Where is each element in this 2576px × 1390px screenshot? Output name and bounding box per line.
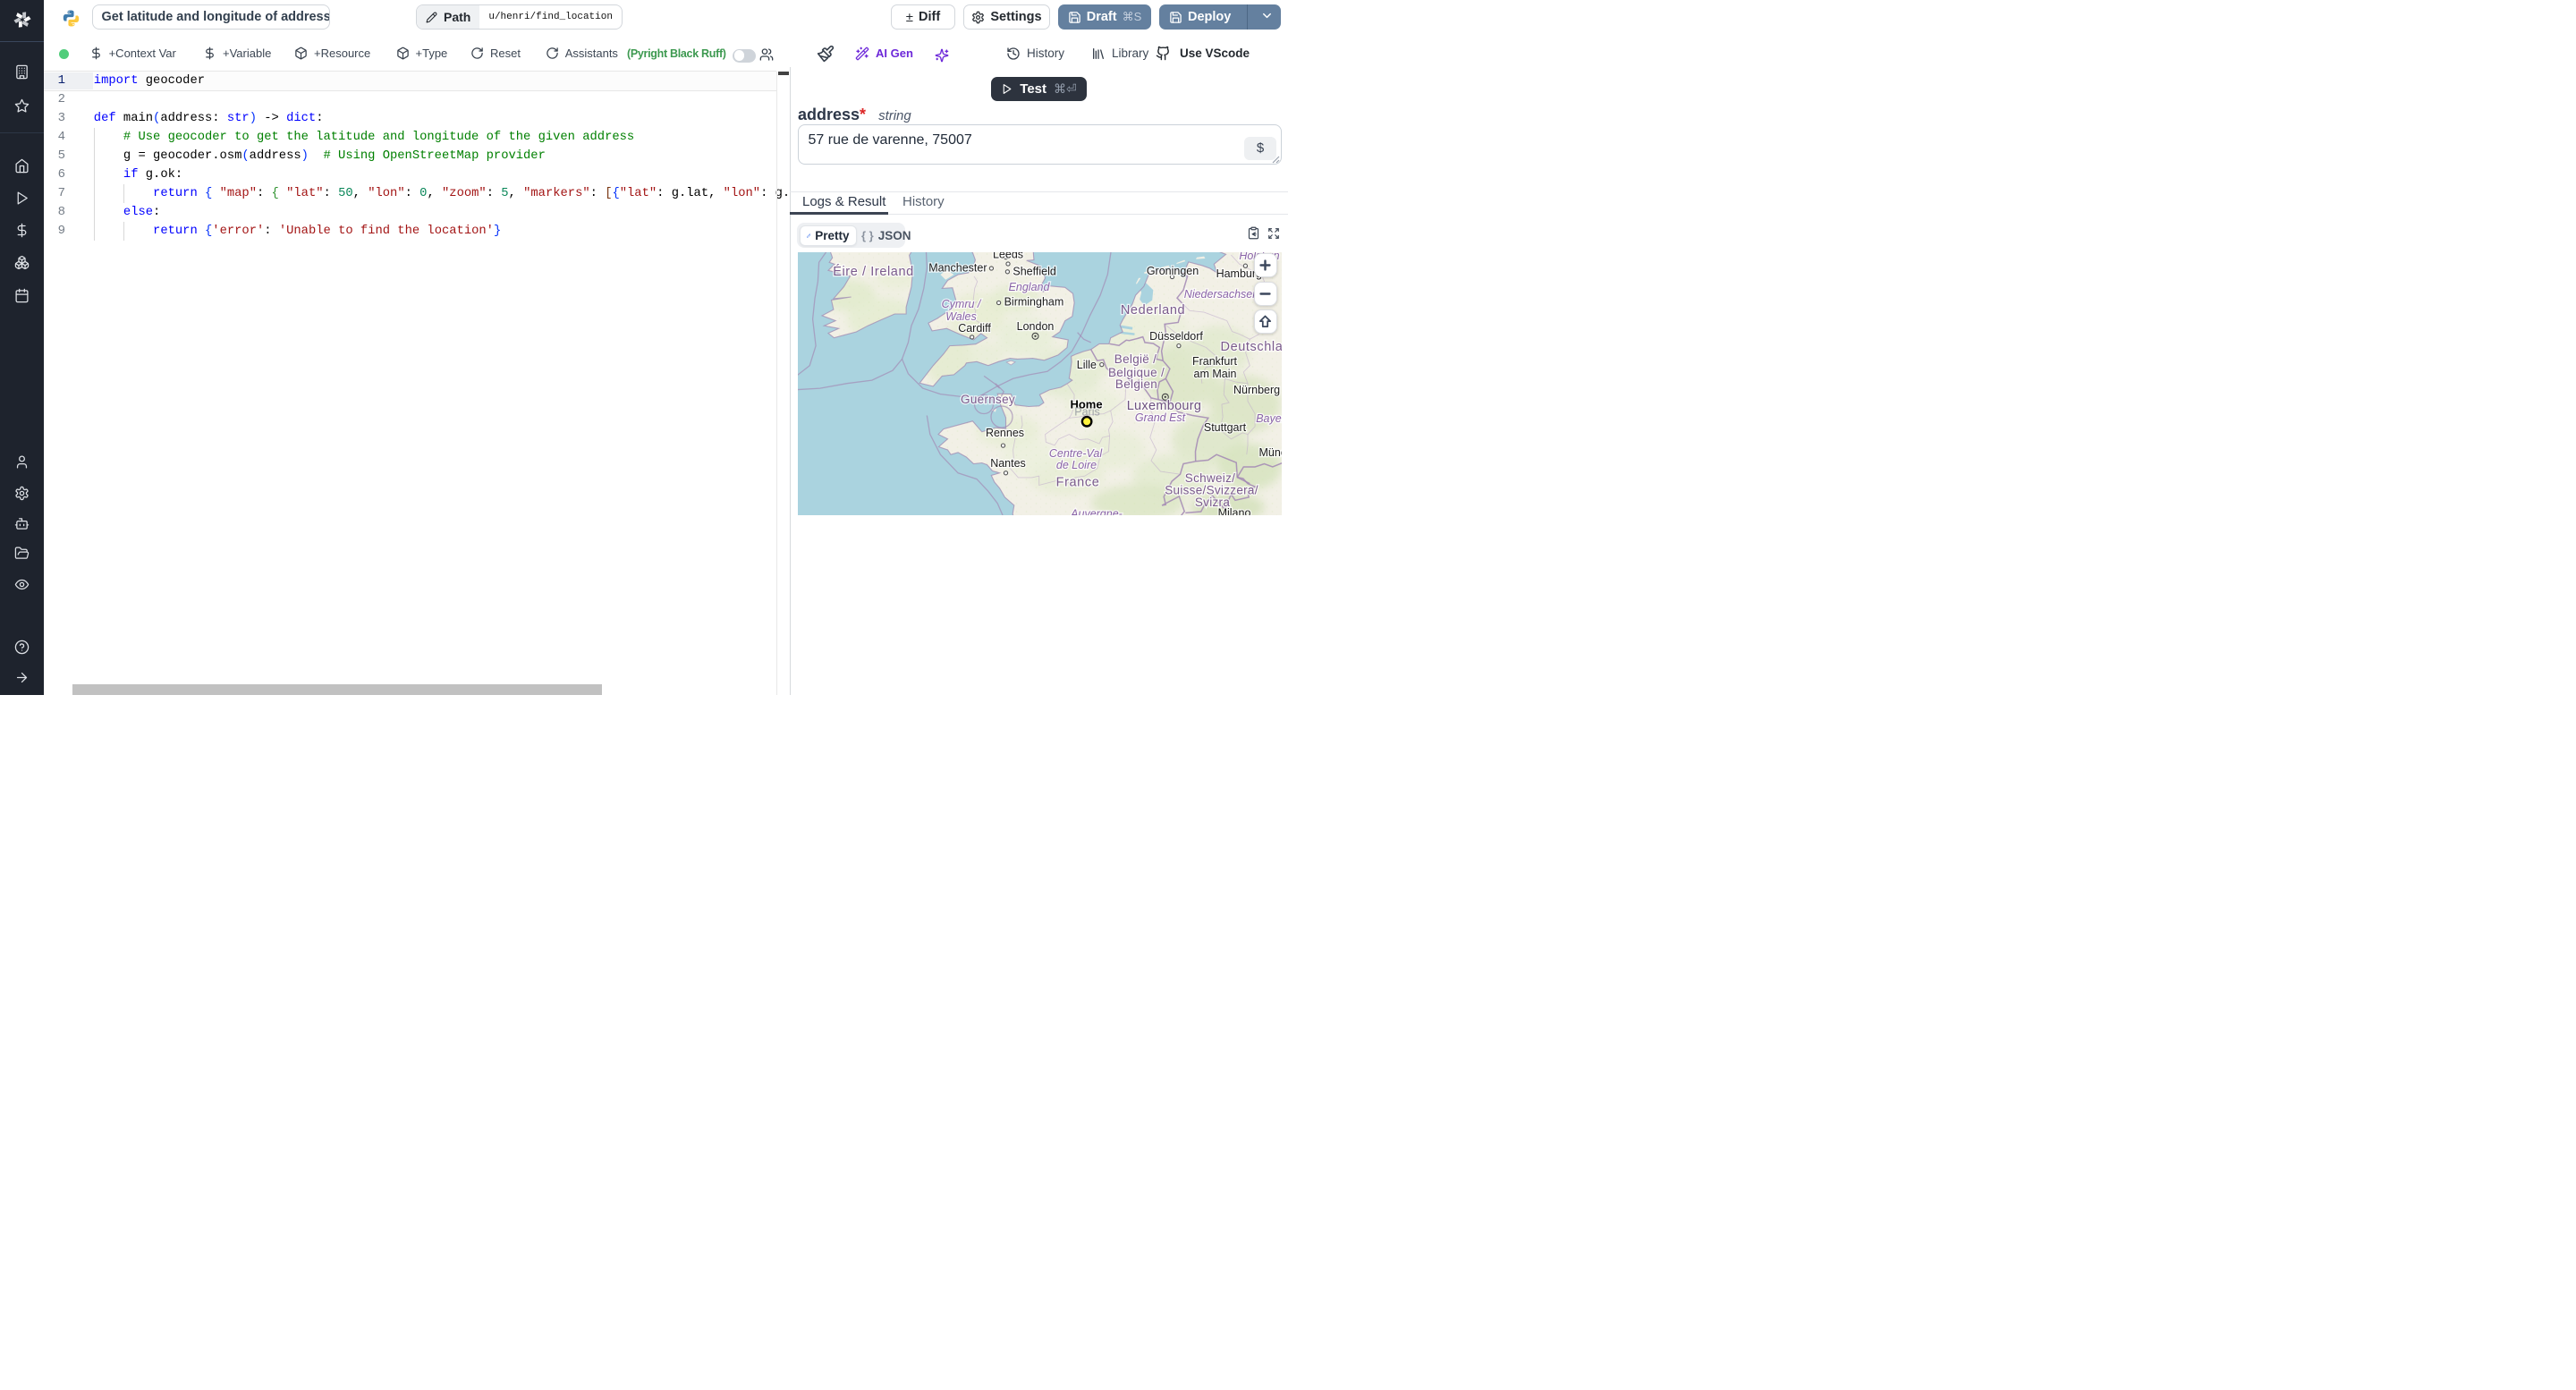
svg-text:Birmingham: Birmingham — [1004, 296, 1063, 309]
svg-text:Deutschland: Deutschland — [1220, 340, 1282, 354]
svg-text:Leeds: Leeds — [992, 252, 1022, 261]
svg-text:Stuttgart: Stuttgart — [1203, 421, 1246, 434]
svg-text:Nürnberg: Nürnberg — [1233, 384, 1280, 396]
svg-text:Bayern: Bayern — [1256, 412, 1282, 425]
svg-text:Manchester: Manchester — [928, 262, 987, 275]
svg-text:Belgien: Belgien — [1114, 377, 1157, 391]
svg-text:Rennes: Rennes — [985, 427, 1023, 439]
svg-text:Grand Est: Grand Est — [1134, 411, 1185, 424]
svg-text:Lille: Lille — [1076, 359, 1096, 371]
svg-text:Guernsey: Guernsey — [961, 393, 1015, 406]
svg-text:Frankfurt: Frankfurt — [1191, 355, 1237, 368]
svg-text:München: München — [1258, 446, 1282, 459]
svg-text:Düsseldorf: Düsseldorf — [1149, 330, 1203, 343]
svg-text:Nantes: Nantes — [990, 457, 1026, 470]
svg-text:Auvergne-: Auvergne- — [1070, 508, 1123, 516]
svg-text:Wales: Wales — [945, 310, 977, 323]
svg-text:London: London — [1016, 320, 1054, 333]
svg-text:am Main: am Main — [1193, 368, 1236, 380]
svg-text:Sheffield: Sheffield — [1013, 266, 1055, 278]
svg-text:Niedersachsen: Niedersachsen — [1183, 288, 1258, 301]
svg-text:France: France — [1055, 476, 1099, 490]
svg-text:Centre-Val: Centre-Val — [1048, 447, 1103, 460]
svg-text:England: England — [1008, 281, 1050, 293]
svg-text:Cardiff: Cardiff — [958, 322, 991, 335]
svg-text:Éire / Ireland: Éire / Ireland — [833, 264, 914, 279]
svg-text:Milano: Milano — [1217, 507, 1250, 516]
svg-text:België /: België / — [1114, 352, 1156, 366]
svg-text:Cymru /: Cymru / — [941, 298, 981, 310]
svg-text:Nederland: Nederland — [1120, 303, 1184, 318]
svg-text:de Loire: de Loire — [1055, 459, 1096, 471]
svg-text:Groningen: Groningen — [1146, 265, 1198, 277]
